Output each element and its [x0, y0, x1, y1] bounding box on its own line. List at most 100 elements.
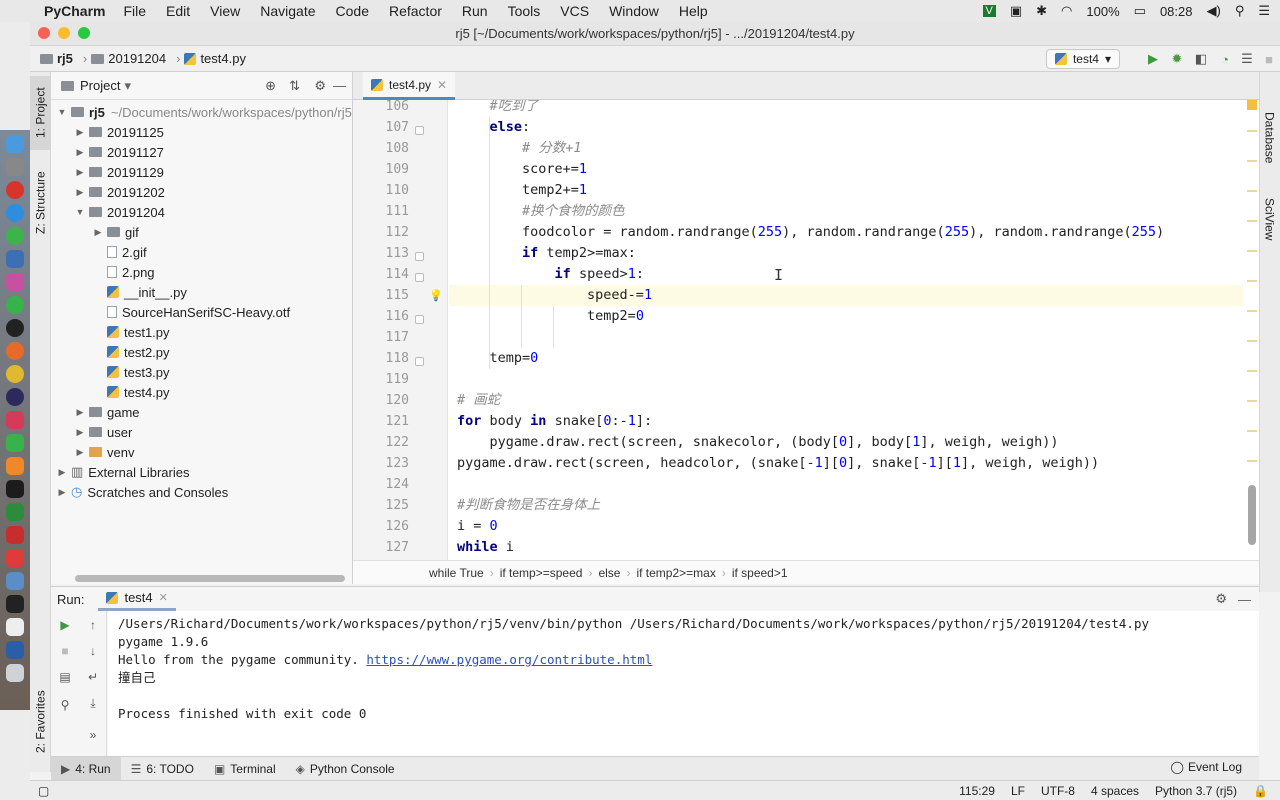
- chevron-down-icon[interactable]: ▼: [55, 107, 69, 117]
- menu-code[interactable]: Code: [336, 3, 369, 19]
- scroll-down-icon[interactable]: ↓: [85, 643, 101, 659]
- app-icon-h[interactable]: [6, 434, 24, 452]
- python-interpreter[interactable]: Python 3.7 (rj5): [1155, 784, 1237, 798]
- code-line[interactable]: foodcolor = random.randrange(255), rando…: [449, 222, 1243, 243]
- safari-icon[interactable]: [6, 204, 24, 222]
- run-tool-tab[interactable]: ▶ 4: Run: [51, 756, 121, 781]
- close-icon[interactable]: ✕: [437, 78, 447, 92]
- tree-item[interactable]: ▼ 20191204: [51, 202, 352, 222]
- breadcrumb-item[interactable]: if speed>1: [732, 566, 788, 580]
- menu-navigate[interactable]: Navigate: [260, 3, 315, 19]
- menu-vcs[interactable]: VCS: [560, 3, 589, 19]
- close-window-button[interactable]: [38, 27, 50, 39]
- soft-wrap-icon[interactable]: ↵: [85, 669, 101, 685]
- bluetooth-icon[interactable]: ✱: [1036, 3, 1047, 19]
- database-tool-tab[interactable]: Database: [1259, 98, 1280, 178]
- minimize-window-button[interactable]: [58, 27, 70, 39]
- word-icon[interactable]: [6, 641, 24, 659]
- code-line[interactable]: [449, 369, 1243, 390]
- profile-button[interactable]: ◔: [1216, 50, 1234, 68]
- run-with-coverage-button[interactable]: ◧: [1192, 50, 1210, 68]
- fold-marker-icon[interactable]: [415, 273, 424, 282]
- todo-tool-tab[interactable]: ☰ 6: TODO: [121, 757, 204, 781]
- scroll-up-icon[interactable]: ↑: [85, 617, 101, 633]
- code-line[interactable]: for body in snake[0:-1]:: [449, 411, 1243, 432]
- layout-icon[interactable]: ▤: [57, 669, 73, 685]
- warning-indicator-icon[interactable]: [1247, 100, 1257, 110]
- code-line[interactable]: i = 0: [449, 516, 1243, 537]
- file-encoding[interactable]: UTF-8: [1041, 784, 1075, 798]
- chevron-right-icon[interactable]: ▶: [73, 427, 87, 438]
- chevron-right-icon[interactable]: ▶: [55, 467, 69, 478]
- hide-panel-icon[interactable]: —: [1238, 592, 1251, 607]
- scroll-to-end-icon[interactable]: ⤓: [85, 695, 101, 711]
- menu-file[interactable]: File: [123, 3, 146, 19]
- menu-tools[interactable]: Tools: [508, 3, 541, 19]
- chevron-down-icon[interactable]: ▾: [124, 78, 131, 94]
- finder-icon[interactable]: [6, 135, 24, 153]
- stop-button[interactable]: ■: [1260, 50, 1278, 68]
- menu-run[interactable]: Run: [462, 3, 488, 19]
- trash-icon[interactable]: [6, 664, 24, 682]
- python-console-tool-tab[interactable]: ◈ Python Console: [286, 757, 405, 781]
- menu-window[interactable]: Window: [609, 3, 659, 19]
- fold-marker-icon[interactable]: [415, 357, 424, 366]
- project-tool-tab[interactable]: 1: Project: [30, 76, 51, 150]
- tree-root[interactable]: ▼ rj5 ~/Documents/work/workspaces/python…: [51, 102, 352, 122]
- hide-panel-icon[interactable]: —: [333, 78, 346, 93]
- terminal-tool-tab[interactable]: ▣ Terminal: [204, 757, 286, 781]
- code-line[interactable]: while i: [449, 537, 1243, 558]
- menu-edit[interactable]: Edit: [166, 3, 190, 19]
- toggle-tool-windows-icon[interactable]: ▢: [38, 784, 49, 798]
- caret-position[interactable]: 115:29: [959, 784, 995, 798]
- chevron-right-icon[interactable]: ▶: [73, 407, 87, 418]
- nav-crumb-file[interactable]: test4.py: [184, 51, 246, 66]
- menu-refactor[interactable]: Refactor: [389, 3, 442, 19]
- chevron-right-icon[interactable]: ▶: [91, 227, 105, 238]
- code-line[interactable]: pygame.draw.rect(screen, headcolor, (sna…: [449, 453, 1243, 474]
- code-line[interactable]: if speed>1:: [449, 264, 1243, 285]
- notification-center-icon[interactable]: ☰: [1258, 3, 1270, 19]
- tree-item[interactable]: ▶ 20191202: [51, 182, 352, 202]
- run-configuration-select[interactable]: test4 ▾: [1045, 49, 1120, 69]
- code-line[interactable]: else:: [449, 117, 1243, 138]
- chevron-right-icon[interactable]: ▶: [73, 447, 87, 458]
- tree-item[interactable]: ▶ user: [51, 422, 352, 442]
- volume-icon[interactable]: ◀): [1206, 3, 1220, 19]
- tree-item[interactable]: ▶ ◷ Scratches and Consoles: [51, 482, 352, 502]
- pycharm-icon[interactable]: [6, 480, 24, 498]
- breadcrumb-item[interactable]: else: [598, 566, 620, 580]
- indent-setting[interactable]: 4 spaces: [1091, 784, 1139, 798]
- zoom-window-button[interactable]: [78, 27, 90, 39]
- eclipse-icon[interactable]: [6, 388, 24, 406]
- code-line[interactable]: #吃到了: [449, 100, 1243, 117]
- code-line[interactable]: [449, 327, 1243, 348]
- tree-item[interactable]: ▶ game: [51, 402, 352, 422]
- sciview-tool-tab[interactable]: SciView: [1259, 184, 1280, 254]
- chevron-right-icon[interactable]: ▶: [73, 127, 87, 138]
- gear-icon[interactable]: ⚙: [314, 78, 326, 94]
- code-line[interactable]: [449, 474, 1243, 495]
- code-line[interactable]: if temp2>=max:: [449, 243, 1243, 264]
- intention-bulb-icon[interactable]: 💡: [429, 289, 443, 302]
- battery-percent[interactable]: 100%: [1086, 4, 1119, 19]
- code-line[interactable]: # 分数+1: [449, 138, 1243, 159]
- terminal-icon[interactable]: [6, 595, 24, 613]
- clock[interactable]: 08:28: [1160, 4, 1193, 19]
- console-output[interactable]: /Users/Richard/Documents/work/workspaces…: [108, 611, 1259, 757]
- chevron-right-icon[interactable]: ▶: [55, 487, 69, 498]
- editor-gutter[interactable]: 106 107 108 109 110 111 112 113 114 115 💡 116 117 118…: [353, 99, 448, 560]
- app-icon-multi[interactable]: [6, 273, 24, 291]
- tree-item[interactable]: 2.png: [51, 262, 352, 282]
- intellij-icon[interactable]: [6, 411, 24, 429]
- code-line[interactable]: score+=1: [449, 159, 1243, 180]
- code-line[interactable]: speed-=1: [449, 285, 1243, 306]
- stop-icon[interactable]: ■: [57, 643, 73, 659]
- lock-icon[interactable]: 🔒: [1253, 784, 1268, 798]
- collapse-all-icon[interactable]: ⇅: [289, 78, 300, 94]
- code-line[interactable]: temp2+=1: [449, 180, 1243, 201]
- tree-item[interactable]: test1.py: [51, 322, 352, 342]
- fold-marker-icon[interactable]: [415, 126, 424, 135]
- more-icon[interactable]: »: [85, 727, 101, 743]
- debug-button[interactable]: ✹: [1168, 50, 1186, 68]
